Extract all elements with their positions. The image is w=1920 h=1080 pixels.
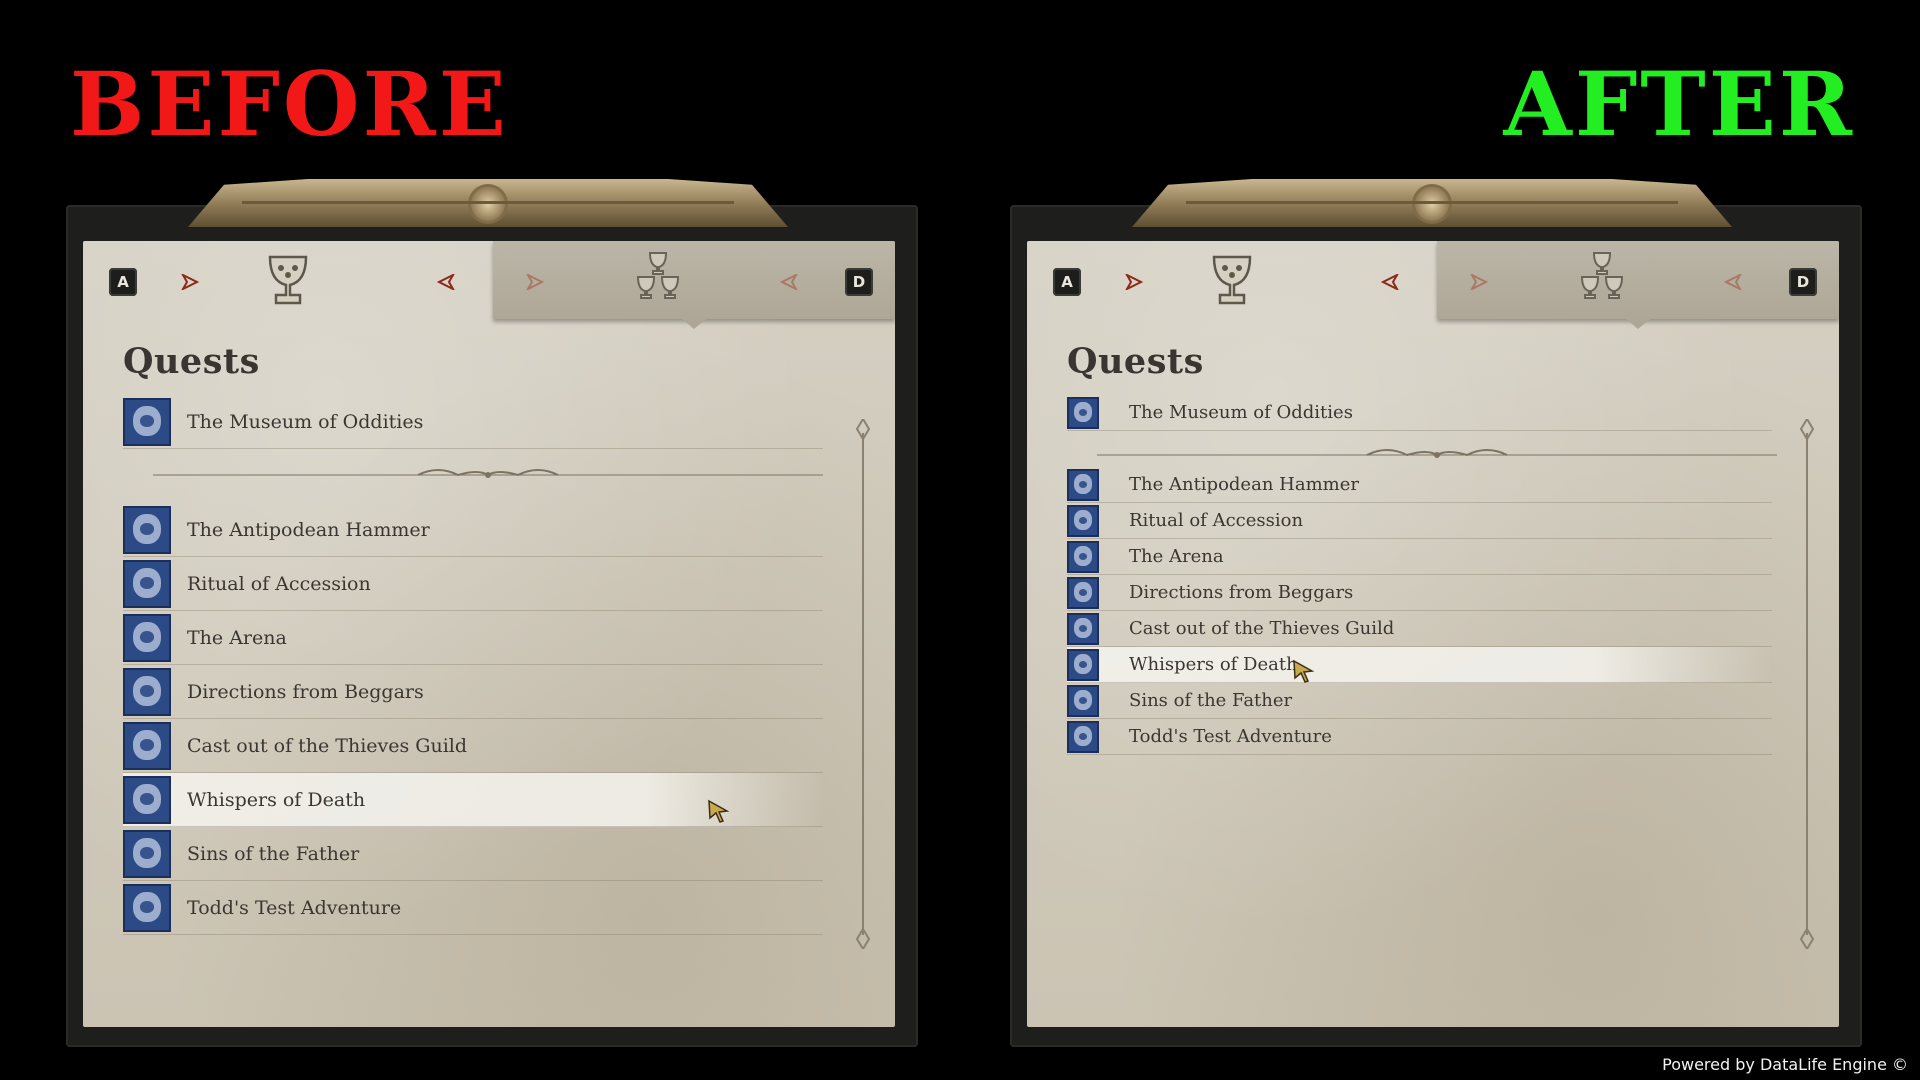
quest-icon	[1067, 684, 1099, 717]
quest-icon	[1067, 720, 1099, 753]
arrow-left-icon[interactable]	[1381, 274, 1399, 290]
quest-icon	[123, 775, 171, 824]
quest-name: Ritual of Accession	[1129, 510, 1304, 531]
triple-chalice-icon	[1580, 252, 1624, 299]
panel-ornament	[188, 179, 788, 227]
tab-guilds[interactable]	[493, 241, 895, 329]
quest-item[interactable]: The Arena	[1067, 539, 1772, 575]
quest-name: The Antipodean Hammer	[1129, 474, 1359, 495]
quest-icon	[1067, 504, 1099, 537]
quest-icon	[123, 505, 171, 554]
quest-icon	[1067, 576, 1099, 609]
cursor-icon	[1293, 659, 1315, 683]
quest-name: Directions from Beggars	[1129, 582, 1354, 603]
triple-chalice-icon	[636, 252, 680, 299]
quest-icon	[123, 721, 171, 770]
quest-item[interactable]: Ritual of Accession	[123, 557, 823, 611]
arrow-right-icon[interactable]	[1470, 274, 1488, 290]
quest-name: Todd's Test Adventure	[1129, 726, 1332, 747]
quest-item[interactable]: The Museum of Oddities	[1067, 395, 1772, 431]
scrollbar[interactable]	[852, 419, 874, 949]
quest-name: The Arena	[1129, 546, 1224, 567]
quest-item[interactable]: Directions from Beggars	[123, 665, 823, 719]
arrow-left-icon[interactable]	[1724, 274, 1742, 290]
prev-tab-key[interactable]: A	[109, 268, 137, 296]
arrow-right-icon[interactable]	[1125, 274, 1143, 290]
quest-name: Whispers of Death	[187, 788, 366, 811]
arrow-right-icon[interactable]	[181, 274, 199, 290]
quest-name: The Arena	[187, 626, 287, 649]
journal-panel-before: A D Quests The Museum of Oddities The An…	[66, 179, 918, 1047]
chalice-icon	[1212, 255, 1252, 305]
quest-item[interactable]: The Arena	[123, 611, 823, 665]
quest-name: Cast out of the Thieves Guild	[187, 734, 468, 757]
quest-icon	[123, 613, 171, 662]
quest-icon	[1067, 396, 1099, 429]
tab-guilds[interactable]	[1437, 241, 1839, 329]
quest-item[interactable]: The Antipodean Hammer	[1067, 467, 1772, 503]
quest-icon	[1067, 468, 1099, 501]
after-label: AFTER	[1503, 52, 1855, 156]
quest-name: Whispers of Death	[1129, 654, 1298, 675]
quest-item[interactable]: Todd's Test Adventure	[1067, 719, 1772, 755]
scrollbar[interactable]	[1796, 419, 1818, 949]
quest-item[interactable]: The Museum of Oddities	[123, 395, 823, 449]
quest-icon	[123, 883, 171, 932]
quest-name: Sins of the Father	[187, 842, 360, 865]
quest-icon	[123, 829, 171, 878]
footer-credit: Powered by DataLife Engine ©	[1662, 1055, 1908, 1074]
cursor-icon	[708, 799, 730, 823]
quest-item[interactable]: Ritual of Accession	[1067, 503, 1772, 539]
quest-item-selected[interactable]: Whispers of Death	[1067, 647, 1772, 683]
quest-name: Cast out of the Thieves Guild	[1129, 618, 1395, 639]
quest-icon	[1067, 612, 1099, 645]
quest-icon	[1067, 540, 1099, 573]
arrow-left-icon[interactable]	[437, 274, 455, 290]
comparison-screen: BEFORE AFTER A D Quests The Museum of Od…	[0, 0, 1920, 1080]
quest-item[interactable]: Cast out of the Thieves Guild	[1067, 611, 1772, 647]
prev-tab-key[interactable]: A	[1053, 268, 1081, 296]
quest-item[interactable]: Directions from Beggars	[1067, 575, 1772, 611]
journal-page: A D Quests The Museum of Oddities The An…	[83, 241, 895, 1027]
quest-icon	[123, 667, 171, 716]
quest-name: The Museum of Oddities	[187, 410, 424, 433]
quest-icon	[1067, 648, 1099, 681]
quest-name: Directions from Beggars	[187, 680, 424, 703]
quest-item[interactable]: Cast out of the Thieves Guild	[123, 719, 823, 773]
quest-name: Ritual of Accession	[187, 572, 371, 595]
next-tab-key[interactable]: D	[1789, 268, 1817, 296]
journal-panel-after: A D Quests The Museum of Oddities The An…	[1010, 179, 1862, 1047]
before-label: BEFORE	[70, 52, 509, 156]
quests-heading: Quests	[123, 341, 260, 382]
quest-icon	[123, 397, 171, 446]
chalice-icon	[268, 255, 308, 305]
tab-bar: A D	[83, 241, 895, 329]
arrow-right-icon[interactable]	[526, 274, 544, 290]
quest-name: The Museum of Oddities	[1129, 402, 1353, 423]
tab-bar: A D	[1027, 241, 1839, 329]
quest-item[interactable]: Todd's Test Adventure	[123, 881, 823, 935]
quest-name: Todd's Test Adventure	[187, 896, 402, 919]
quest-item[interactable]: Sins of the Father	[1067, 683, 1772, 719]
section-divider	[153, 469, 823, 478]
journal-page: A D Quests The Museum of Oddities The An…	[1027, 241, 1839, 1027]
panel-ornament	[1132, 179, 1732, 227]
section-divider	[1097, 449, 1777, 458]
quest-name: The Antipodean Hammer	[187, 518, 430, 541]
quest-item[interactable]: The Antipodean Hammer	[123, 503, 823, 557]
quest-icon	[123, 559, 171, 608]
quests-heading: Quests	[1067, 341, 1204, 382]
quest-item[interactable]: Sins of the Father	[123, 827, 823, 881]
quest-name: Sins of the Father	[1129, 690, 1293, 711]
arrow-left-icon[interactable]	[780, 274, 798, 290]
next-tab-key[interactable]: D	[845, 268, 873, 296]
